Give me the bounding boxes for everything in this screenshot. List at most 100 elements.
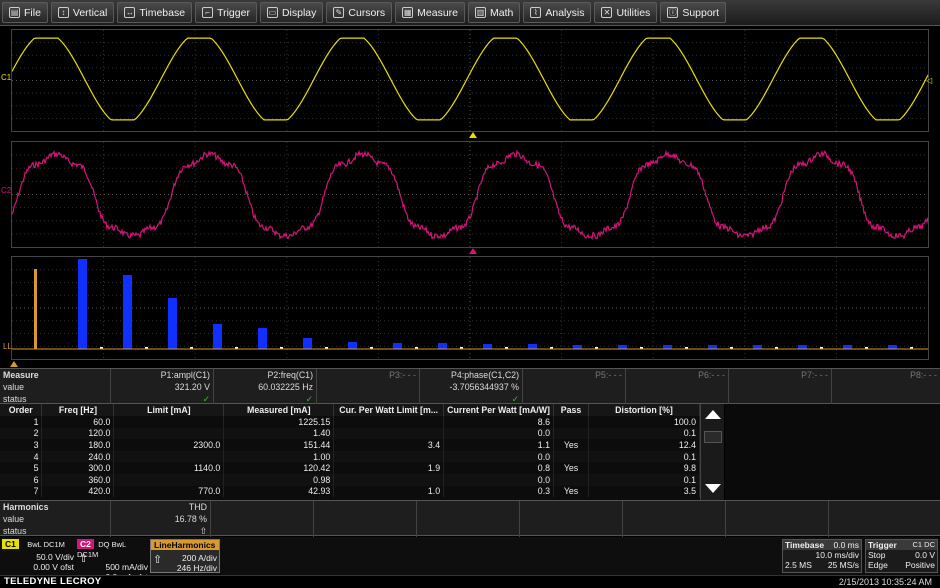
measure-param-p8[interactable]: P8:- - - <box>831 369 940 405</box>
timebase-descriptor[interactable]: Timebase 0.0 ms 10.0 ms/div 2.5 MS 25 MS… <box>782 539 862 573</box>
table-row[interactable]: 7 420.0 770.0 42.93 1.0 0.3 Yes 3.5 <box>0 485 700 498</box>
harmonic-marker-icon <box>10 361 18 367</box>
harmonics-value-label: value <box>3 514 25 524</box>
param-name: P8:- - - <box>910 370 937 380</box>
status-bar: C1 BwL DC1M 50.0 V/div 0.00 V ofst C2 DQ… <box>0 537 940 582</box>
scroll-thumb[interactable] <box>704 431 722 443</box>
menu-vertical-button[interactable]: ↕ Vertical <box>50 2 115 23</box>
table-header[interactable]: Limit [mA] <box>113 404 225 416</box>
table-cell: Yes <box>553 439 590 451</box>
table-cell: 0.0 <box>443 427 555 440</box>
table-cell: 0.0 <box>443 450 555 463</box>
table-row[interactable]: 5 300.0 1140.0 120.42 1.9 0.8 Yes 9.8 <box>0 462 700 474</box>
menu-math-button[interactable]: ▥ Math <box>468 2 521 23</box>
c1-waveform-grid[interactable] <box>11 29 929 132</box>
thd-param-cell[interactable]: THD 16.78 % ⇧ <box>110 501 210 537</box>
table-scrollbar[interactable] <box>700 404 724 500</box>
trigger-descriptor[interactable]: Trigger C1 DC Stop 0.0 V Edge Positive <box>865 539 938 573</box>
table-cell: 60.0 <box>41 416 115 428</box>
table-header[interactable]: Distortion [%] <box>588 404 700 416</box>
harmonics-status-label: status <box>3 526 27 536</box>
measure-param-p1[interactable]: P1:ampl(C1) 321.20 V ✓ <box>110 369 213 405</box>
trigger-icon: ⌐ <box>202 7 214 18</box>
measure-param-p2[interactable]: P2:freq(C1) 60.032225 Hz ✓ <box>213 369 316 405</box>
table-header[interactable]: Order <box>0 404 43 416</box>
harmonics-bars-svg <box>12 257 928 359</box>
table-row[interactable]: 2 120.0 1.40 0.0 0.1 <box>0 427 700 440</box>
table-cell: 770.0 <box>113 485 225 498</box>
param-name: P7:- - - <box>801 370 828 380</box>
math-badge: LineHarmonics <box>151 540 219 550</box>
table-cell: 42.93 <box>223 485 335 498</box>
table-cell: 180.0 <box>41 439 115 451</box>
menu-cursors-button[interactable]: ✎ Cursors <box>326 2 393 23</box>
menu-label: Analysis <box>545 6 585 19</box>
scroll-up-icon[interactable] <box>705 410 721 419</box>
table-header[interactable]: Cur. Per Watt Limit [m... <box>333 404 445 416</box>
table-cell: 4 <box>0 450 43 463</box>
harmonic-bar <box>78 259 87 349</box>
harmonic-bar <box>798 345 807 349</box>
c2-waveform-grid[interactable] <box>11 141 929 248</box>
harmonic-bar <box>753 345 762 349</box>
param-name: P5:- - - <box>595 370 622 380</box>
thd-param-name: THD <box>188 502 207 512</box>
scroll-down-icon[interactable] <box>705 484 721 493</box>
menu-file-button[interactable]: ▤ File <box>2 2 48 23</box>
measure-param-p3[interactable]: P3:- - - <box>316 369 419 405</box>
c1-coupling: BwL DC1M <box>27 540 65 549</box>
c2-up-arrow-icon: ⇧ <box>79 553 89 565</box>
table-cell: Yes <box>553 462 590 474</box>
table-header[interactable]: Measured [mA] <box>223 404 335 416</box>
measure-param-p4[interactable]: P4:phase(C1,C2) -3.7056344937 % ✓ <box>419 369 522 405</box>
table-cell: 0.1 <box>588 427 700 440</box>
menu-label: Trigger <box>217 6 250 19</box>
menu-trigger-button[interactable]: ⌐ Trigger <box>195 2 257 23</box>
harmonics-table[interactable]: Order Freq [Hz] Limit [mA] Measured [mA] Cur… <box>0 404 700 500</box>
measure-param-p5[interactable]: P5:- - - <box>522 369 625 405</box>
harmonics-empty-cell <box>519 501 622 537</box>
harmonics-empty-cell <box>416 501 519 537</box>
timebase-tdiv: 10.0 ms/div <box>815 550 859 560</box>
menu-measure-button[interactable]: ▦ Measure <box>395 2 466 23</box>
menu-label: Cursors <box>348 6 386 19</box>
menu-timebase-button[interactable]: ↔ Timebase <box>117 2 193 23</box>
table-cell: 9.8 <box>588 462 700 474</box>
table-cell <box>553 450 590 463</box>
cursor-icon: ✎ <box>333 7 345 18</box>
menu-analysis-button[interactable]: ⌇ Analysis <box>523 2 592 23</box>
menu-utilities-button[interactable]: ✕ Utilities <box>594 2 658 23</box>
table-cell <box>113 427 225 440</box>
trigger-title: Trigger <box>868 540 897 550</box>
table-header[interactable]: Freq [Hz] <box>41 404 115 416</box>
math-descriptor[interactable]: LineHarmonics ⇧ 200 A/div 246 Hz/div <box>150 539 220 573</box>
table-header[interactable]: Current Per Watt [mA/W] <box>443 404 555 416</box>
timebase-delay: 0.0 ms <box>833 540 859 550</box>
param-name: P4:phase(C1,C2) <box>451 370 519 380</box>
table-cell <box>113 450 225 463</box>
c1-descriptor[interactable]: C1 BwL DC1M 50.0 V/div 0.00 V ofst <box>2 539 74 573</box>
c2-descriptor[interactable]: C2 DQ BwL DC1M ⇧ 500 mA/div 0.0 mA ofst <box>77 539 148 582</box>
display-icon: ▭ <box>266 7 278 18</box>
harmonics-title: Harmonics <box>3 502 49 512</box>
menu-label: Display <box>281 6 317 19</box>
menu-label: Utilities <box>616 6 651 19</box>
thd-status-icon: ⇧ <box>199 526 207 536</box>
harmonic-bar <box>123 275 132 349</box>
table-row[interactable]: 6 360.0 0.98 0.0 0.1 <box>0 473 700 486</box>
table-cell <box>553 427 590 440</box>
math-icon: ▥ <box>475 7 487 18</box>
table-row[interactable]: 3 180.0 2300.0 151.44 3.4 1.1 Yes 12.4 <box>0 439 700 451</box>
table-cell: 120.42 <box>223 462 335 474</box>
menu-support-button[interactable]: ⓘ Support <box>660 2 727 23</box>
table-cell: Yes <box>553 485 590 498</box>
harmonics-grid[interactable] <box>11 256 929 360</box>
table-cell: 8.6 <box>443 416 555 428</box>
measure-panel: Measure value status P1:ampl(C1) 321.20 V… <box>0 368 940 405</box>
table-header[interactable]: Pass <box>553 404 590 416</box>
measure-param-p6[interactable]: P6:- - - <box>625 369 728 405</box>
table-row[interactable]: 1 60.0 1225.15 8.6 100.0 <box>0 416 700 428</box>
menu-display-button[interactable]: ▭ Display <box>259 2 324 23</box>
table-row[interactable]: 4 240.0 1.00 0.0 0.1 <box>0 450 700 463</box>
measure-param-p7[interactable]: P7:- - - <box>728 369 831 405</box>
